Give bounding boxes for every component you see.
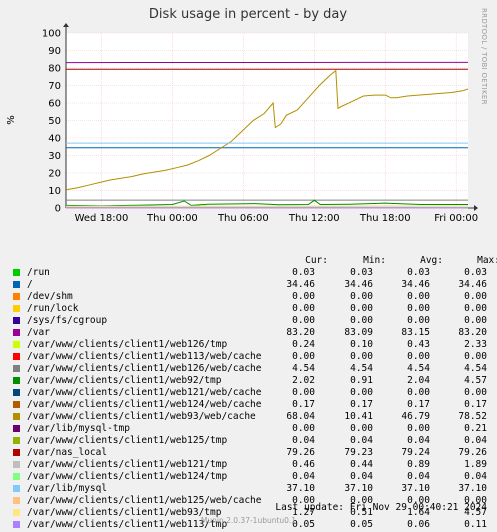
y-tick-label: 10 — [48, 186, 61, 197]
x-tick-label: Thu 06:00 — [217, 213, 269, 224]
y-tick-label: 50 — [48, 116, 61, 127]
x-axis-arrow — [474, 205, 478, 211]
x-tick-label: Fri 00:00 — [434, 213, 478, 224]
y-tick-label: 20 — [48, 169, 61, 180]
series-line-20 — [65, 205, 469, 207]
x-tick-label: Wed 18:00 — [75, 213, 129, 224]
y-tick-label: 30 — [48, 151, 61, 162]
y-tick-label: 60 — [48, 99, 61, 110]
y-tick-label: 100 — [42, 29, 61, 40]
y-tick-label: 90 — [48, 46, 61, 57]
y-axis-arrow — [63, 23, 69, 27]
munin-version: Munin 2.0.37-1ubuntu0.1 — [200, 516, 297, 525]
y-tick-label: 0 — [55, 204, 61, 215]
y-tick-label: 80 — [48, 64, 61, 75]
x-tick-label: Thu 12:00 — [288, 213, 340, 224]
x-tick-label: Thu 00:00 — [146, 213, 198, 224]
disk-usage-chart: Disk usage in percent - by day % 0 10 20 30… — [6, 7, 478, 224]
x-tick-label: Thu 18:00 — [359, 213, 411, 224]
chart-title: Disk usage in percent - by day — [149, 7, 347, 22]
last-update: Last update: Fri Nov 29 00:40:21 2024 — [275, 502, 487, 513]
y-axis-label: % — [6, 115, 17, 125]
y-tick-label: 70 — [48, 81, 61, 92]
rrdtool-credit: RRDTOOL / TOBI OETIKER — [480, 8, 488, 105]
y-tick-label: 40 — [48, 134, 61, 145]
